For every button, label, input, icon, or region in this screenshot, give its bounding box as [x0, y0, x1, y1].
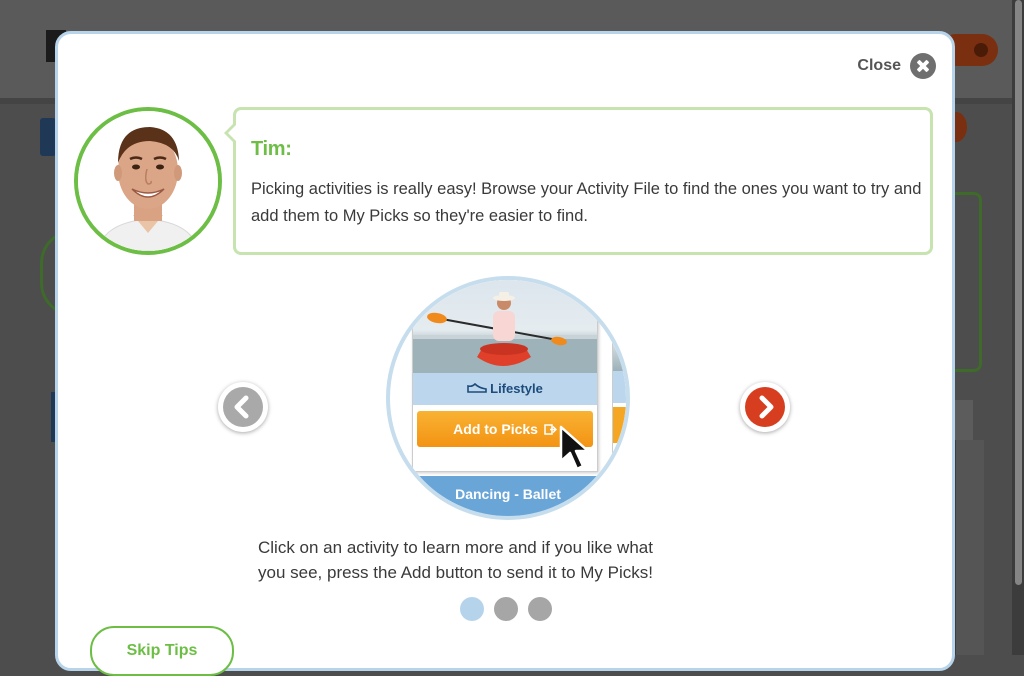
activity-photo	[413, 280, 597, 373]
shoe-icon	[467, 382, 487, 393]
caption-line-2: you see, press the Add button to send it…	[258, 563, 653, 582]
activity-card: Lifestyle Add to Picks	[412, 280, 598, 472]
tip-illustration: Lifestyle Add to Picks Dancing - Ballet	[386, 276, 630, 520]
background-green-box	[955, 192, 982, 372]
avatar	[74, 107, 222, 255]
activity-card-secondary	[612, 280, 626, 472]
pagination-dot-2[interactable]	[494, 597, 518, 621]
close-button[interactable]: Close	[857, 53, 936, 79]
pagination-dot-1[interactable]	[460, 597, 484, 621]
category-band: Lifestyle	[413, 373, 597, 405]
tips-modal: Close Tim: Picking activities is really …	[55, 31, 955, 676]
background-panel-lower	[955, 440, 984, 655]
pagination-dot-3[interactable]	[528, 597, 552, 621]
previous-tip-button[interactable]	[218, 382, 268, 432]
caption-line-1: Click on an activity to learn more and i…	[258, 538, 653, 557]
mouse-cursor-icon	[559, 425, 590, 471]
scrollbar-thumb[interactable]	[1015, 0, 1022, 585]
background-title	[40, 118, 56, 156]
speech-bubble: Tim: Picking activities is really easy! …	[224, 107, 933, 255]
tip-caption: Click on an activity to learn more and i…	[258, 535, 758, 585]
page-scrollbar[interactable]	[1012, 0, 1024, 655]
add-arrow-icon	[544, 424, 557, 435]
close-label: Close	[857, 57, 901, 74]
pagination-dots	[460, 597, 552, 621]
skip-tips-button[interactable]: Skip Tips	[90, 626, 234, 676]
next-tip-button[interactable]	[740, 382, 790, 432]
speaker-name: Tim:	[251, 138, 292, 160]
chevron-right-icon	[759, 395, 774, 419]
speech-text: Picking activities is really easy! Brows…	[251, 180, 922, 225]
add-to-picks-label: Add to Picks	[453, 421, 538, 437]
kayak-illustration	[413, 292, 597, 373]
skip-tips-label: Skip Tips	[126, 642, 198, 659]
background-panel	[955, 400, 973, 440]
close-icon[interactable]	[910, 53, 936, 79]
next-activity-label: Dancing - Ballet	[455, 486, 561, 502]
category-label: Lifestyle	[490, 381, 543, 396]
avatar-portrait	[78, 111, 218, 251]
chevron-left-icon	[234, 395, 249, 419]
